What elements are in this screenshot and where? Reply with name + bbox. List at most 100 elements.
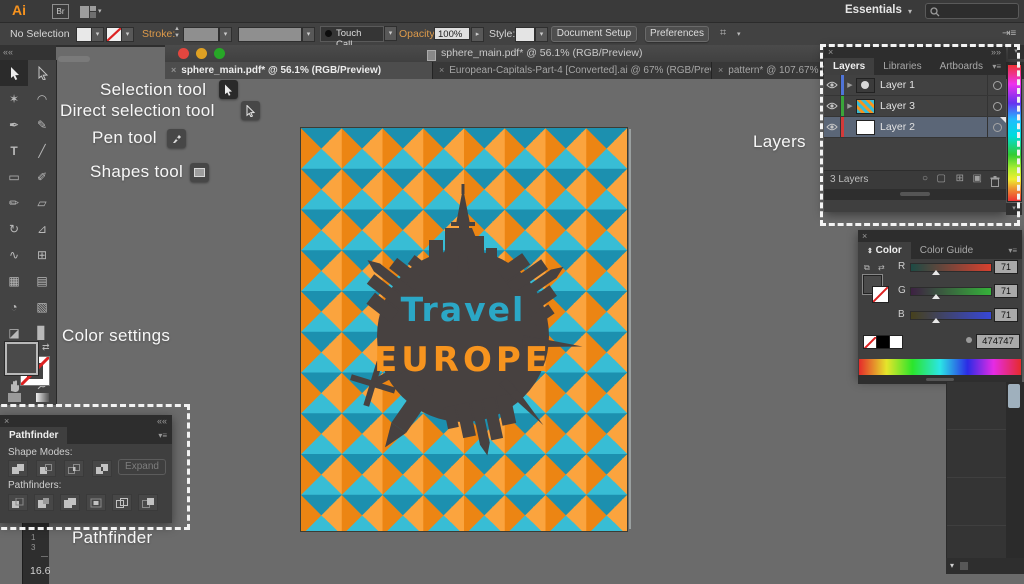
opacity-link[interactable]: Opacity: — [399, 28, 438, 40]
dock-collapse-icon[interactable]: ▾ — [1006, 203, 1022, 215]
variable-width-profile[interactable] — [238, 27, 302, 42]
expand-layer-icon[interactable]: ▶ — [844, 81, 856, 89]
fill-swatch-caret-icon[interactable]: ▾ — [91, 27, 104, 42]
close-panel-icon[interactable]: × — [858, 231, 867, 241]
collapse-tools-icon[interactable]: «« — [0, 47, 13, 57]
width-tool[interactable]: ∿ — [0, 242, 28, 268]
tab-layers[interactable]: Layers — [824, 58, 874, 75]
stroke-link[interactable]: Stroke: — [142, 28, 175, 40]
close-window-icon[interactable] — [178, 48, 189, 59]
blend-tool[interactable]: ▧ — [28, 294, 56, 320]
collapse-panel-icon[interactable]: »» — [991, 46, 1001, 58]
trim-button[interactable] — [34, 494, 54, 511]
black-swatch[interactable] — [876, 335, 890, 349]
locate-object-icon[interactable]: ○ — [922, 173, 928, 184]
fill-color-swatch[interactable] — [5, 342, 38, 375]
crop-button[interactable] — [86, 494, 106, 511]
bridge-icon[interactable]: Br — [52, 4, 69, 19]
panel-flyout-icon[interactable]: ▾≡ — [158, 427, 172, 444]
hex-value[interactable]: 474747 — [976, 334, 1020, 349]
layer-name[interactable]: Layer 2 — [880, 121, 915, 133]
tab-color-guide[interactable]: Color Guide — [911, 242, 982, 259]
close-panel-icon[interactable]: × — [0, 416, 9, 426]
green-slider[interactable] — [910, 287, 992, 296]
panel-resize-strip[interactable] — [824, 189, 1006, 200]
outline-button[interactable] — [112, 494, 132, 511]
dock-scrollbar[interactable] — [1006, 382, 1024, 572]
color-spectrum-bar[interactable] — [859, 359, 1021, 375]
perspective-grid-tool[interactable]: ⊞ — [28, 242, 56, 268]
eyedropper-tool[interactable]: ◔ — [0, 294, 28, 320]
minus-front-button[interactable] — [36, 460, 56, 477]
merge-button[interactable] — [60, 494, 80, 511]
tab-pathfinder[interactable]: Pathfinder — [0, 427, 67, 444]
layer-row-2-selected[interactable]: Layer 2 — [824, 117, 1006, 138]
red-slider[interactable] — [910, 263, 992, 272]
swap-fill-stroke-icon[interactable]: ⇄ — [878, 263, 885, 272]
green-value[interactable]: 71 — [994, 284, 1018, 298]
tab-libraries[interactable]: Libraries — [874, 58, 930, 75]
isolate-caret-icon[interactable]: ▾ — [737, 30, 741, 38]
selection-tool[interactable] — [0, 60, 28, 86]
rectangle-tool[interactable]: ▭ — [0, 164, 28, 190]
scrollbar-thumb[interactable] — [1008, 384, 1020, 408]
divide-button[interactable] — [8, 494, 28, 511]
layer-name[interactable]: Layer 1 — [880, 79, 915, 91]
curvature-tool[interactable]: ✎ — [28, 112, 56, 138]
preferences-button[interactable]: Preferences — [645, 26, 709, 42]
dock-segment[interactable] — [947, 478, 1007, 526]
layer-target-icon[interactable] — [987, 75, 1006, 95]
width-profile-caret-icon[interactable]: ▾ — [302, 27, 315, 42]
brush-definition[interactable]: Touch Call... — [320, 26, 384, 42]
tab-european-capitals[interactable]: ×European-Capitals-Part-4 [Converted].ai… — [433, 62, 712, 79]
dock-segment[interactable] — [947, 382, 1007, 430]
close-panel-icon[interactable]: × — [824, 47, 833, 57]
swap-fill-stroke-icon[interactable]: ⇄ — [42, 342, 50, 353]
tab-artboards[interactable]: Artboards — [931, 58, 992, 75]
visibility-eye-icon[interactable] — [824, 96, 841, 116]
layer-thumbnail[interactable] — [856, 78, 875, 93]
stroke-swatch-caret-icon[interactable]: ▾ — [121, 27, 134, 42]
collapse-panel-icon[interactable]: «« — [157, 415, 167, 427]
layer-row-1[interactable]: ▶ Layer 1 — [824, 75, 1006, 96]
document-setup-button[interactable]: Document Setup — [551, 26, 637, 42]
layer-row-3[interactable]: ▶ Layer 3 — [824, 96, 1006, 117]
gradient-mode-button[interactable] — [28, 390, 56, 404]
panel-flyout-icon[interactable]: ▾≡ — [1008, 242, 1022, 259]
default-swatch-icon[interactable]: ⧉ — [864, 263, 870, 273]
expand-button[interactable]: Expand — [118, 459, 166, 475]
close-tab-icon[interactable]: × — [171, 65, 176, 75]
opacity-caret-icon[interactable]: ▸ — [471, 27, 484, 42]
isolate-icon[interactable]: ⌗ — [720, 27, 726, 40]
tab-color[interactable]: ⇕ Color — [858, 242, 911, 259]
panel-cycle-icon[interactable]: ⇕ — [867, 248, 873, 255]
tools-panel-header[interactable]: «« — [0, 45, 56, 60]
stroke-proxy-swatch[interactable] — [872, 286, 889, 303]
tools-panel-grip[interactable] — [58, 56, 90, 62]
new-sublayer-icon[interactable]: ⊞ — [956, 173, 964, 184]
dock-expand-icon[interactable]: ▾ — [946, 561, 954, 570]
blue-slider[interactable] — [910, 311, 992, 320]
close-tab-icon[interactable]: × — [718, 65, 723, 75]
magic-wand-tool[interactable]: ✶ — [0, 86, 28, 112]
direct-selection-tool[interactable] — [28, 60, 56, 86]
expand-layer-icon[interactable]: ▶ — [844, 102, 856, 110]
brush-caret-icon[interactable]: ▾ — [384, 26, 397, 41]
workspace-switcher-caret-icon[interactable]: ▾ — [908, 7, 912, 16]
paintbrush-tool[interactable]: ✐ — [28, 164, 56, 190]
none-swatch[interactable] — [863, 335, 877, 349]
blue-value[interactable]: 71 — [994, 308, 1018, 322]
red-value[interactable]: 71 — [994, 260, 1018, 274]
stroke-weight-stepper[interactable]: ▲▼ — [174, 26, 180, 40]
layer-name[interactable]: Layer 3 — [880, 100, 915, 112]
swatches-spectrum-strip[interactable] — [1007, 64, 1022, 202]
minus-back-button[interactable] — [138, 494, 158, 511]
make-mask-icon[interactable]: ▢ — [937, 173, 946, 184]
color-mode-button[interactable] — [0, 390, 28, 404]
minimize-window-icon[interactable] — [196, 48, 207, 59]
visibility-eye-icon[interactable] — [824, 75, 841, 95]
scale-tool[interactable]: ⊿ — [28, 216, 56, 242]
type-tool[interactable]: T — [0, 138, 28, 164]
search-input[interactable] — [925, 3, 1019, 19]
panel-flyout-icon[interactable]: ▾≡ — [992, 58, 1006, 75]
